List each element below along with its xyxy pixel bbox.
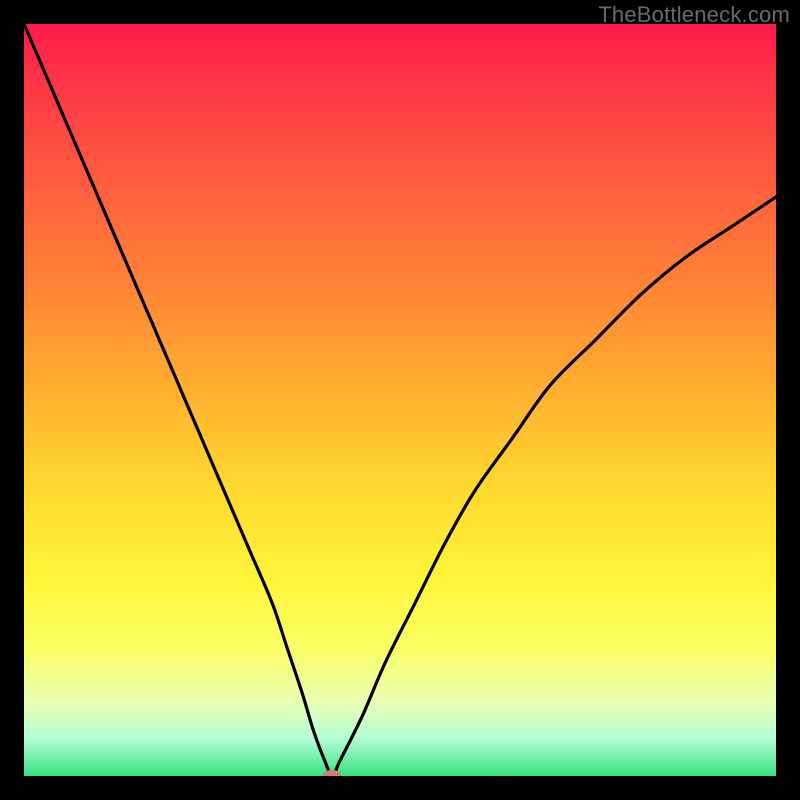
chart-frame: TheBottleneck.com	[0, 0, 800, 800]
bottleneck-curve	[24, 24, 776, 776]
optimum-marker	[323, 770, 341, 776]
plot-area	[24, 24, 776, 776]
